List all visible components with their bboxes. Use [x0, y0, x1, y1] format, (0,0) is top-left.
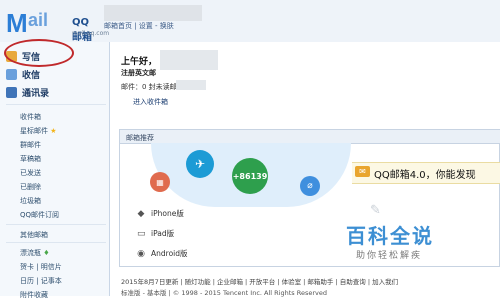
receive-button[interactable]: 收信: [6, 66, 40, 82]
greeting-name-redacted: [160, 50, 218, 70]
contacts-icon: [6, 86, 17, 98]
app-drift-bottle[interactable]: 漂流瓶 ♦: [20, 248, 50, 258]
folder-sent[interactable]: 已发送: [20, 168, 41, 178]
android-icon: ◉: [137, 248, 145, 259]
watermark: 百科全说 助你轻松解疾: [346, 220, 472, 266]
folder-deleted[interactable]: 已删除: [20, 182, 41, 192]
apple-icon: ◆: [137, 208, 145, 219]
contacts-button[interactable]: 通讯录: [6, 84, 49, 100]
user-name-redacted: [104, 5, 202, 21]
footer-links[interactable]: 2015年8月7日更新 | 随灯功能 | 企业邮箱 | 开放平台 | 体验室 |…: [121, 276, 398, 286]
inbox-icon: [6, 68, 17, 80]
left-sidebar: 写信 收信 通讯录 收件箱 星标邮件 ★ 群邮件 草稿箱 已发送 已删除 垃圾箱…: [0, 42, 110, 299]
call-prefix: +86: [232, 171, 251, 181]
folder-drafts[interactable]: 草稿箱: [20, 154, 41, 164]
folder-starred[interactable]: 星标邮件 ★: [20, 126, 57, 136]
write-highlight-circle: [4, 39, 74, 67]
envelope-icon: ✉: [355, 166, 370, 177]
qq-mail-4-text[interactable]: QQ邮箱4.0，你能发现: [374, 166, 476, 181]
bird-icon: ✈: [186, 150, 214, 178]
recommend-title: 邮箱推荐: [126, 134, 154, 142]
call-number: 139: [250, 171, 268, 181]
contacts-label: 通讯录: [22, 88, 50, 99]
unread-redacted: [176, 80, 206, 90]
option-ipad[interactable]: ▭ iPad版: [137, 228, 174, 239]
star-icon: ★: [50, 127, 57, 135]
app-calendar[interactable]: 日历 | 记事本: [20, 276, 62, 286]
folder-subscriptions[interactable]: QQ邮件订阅: [20, 210, 59, 220]
folder-inbox[interactable]: 收件箱: [20, 112, 41, 122]
divider: [6, 242, 106, 243]
logo-text: ail: [28, 10, 49, 30]
qq-mail-logo[interactable]: M ail QQ邮箱 mail.qq.com: [6, 8, 109, 43]
app-cards[interactable]: 贺卡 | 明信片: [20, 262, 62, 272]
divider: [6, 224, 106, 225]
option-iphone[interactable]: ◆ iPhone版: [137, 208, 184, 219]
option-android-label: Android版: [151, 249, 188, 258]
pen-icon: ✎: [370, 203, 381, 218]
greeting: 上午好，: [121, 57, 158, 67]
receive-label: 收信: [22, 70, 41, 81]
enter-inbox-link[interactable]: 进入收件箱: [133, 97, 168, 107]
option-ipad-label: iPad版: [151, 229, 175, 238]
folder-starred-label: 星标邮件: [20, 127, 48, 135]
option-android[interactable]: ◉ Android版: [137, 248, 188, 259]
header-links[interactable]: 邮箱首页 | 设置 - 换肤: [104, 21, 174, 31]
folder-other-mailboxes[interactable]: 其他邮箱: [20, 230, 48, 240]
divider: [6, 104, 106, 105]
recommend-header: 邮箱推荐: [120, 130, 500, 144]
folder-group[interactable]: 群邮件: [20, 140, 41, 150]
phone-call-icon: +86 139: [232, 158, 268, 194]
register-english-mail[interactable]: 注册英文邮: [121, 68, 156, 78]
app-drift-bottle-label: 漂流瓶: [20, 249, 41, 257]
logo-url: mail.qq.com: [72, 30, 110, 37]
unread-count: 邮件：0 封未读邮件: [121, 83, 184, 91]
calendar-icon: ▦: [150, 172, 170, 192]
paperclip-icon: ⌀: [300, 176, 320, 196]
folder-spam[interactable]: 垃圾箱: [20, 196, 41, 206]
bottle-icon: ♦: [43, 249, 50, 257]
logo-mark: M: [6, 8, 28, 38]
tablet-icon: ▭: [137, 228, 146, 239]
app-attachments[interactable]: 附件收藏: [20, 290, 48, 300]
watermark-title: 百科全说: [346, 224, 434, 248]
option-iphone-label: iPhone版: [151, 209, 184, 218]
watermark-subtitle: 助你轻松解疾: [356, 251, 423, 261]
